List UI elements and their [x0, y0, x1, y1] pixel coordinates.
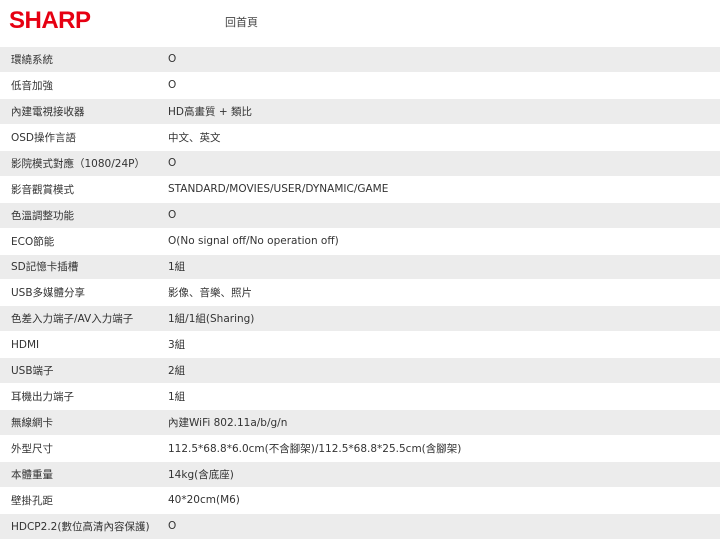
page-header: SHARP 回首頁 — [0, 0, 720, 46]
spec-label: HDMI — [11, 338, 40, 351]
spec-value: O — [168, 520, 177, 533]
spec-row: 本體重量 14kg(含底座) — [0, 461, 720, 487]
spec-value: 3組 — [168, 339, 186, 352]
spec-table: 環繞系統 O 低音加強 O 內建電視接收器 HD高畫質 + 類比 OSD操作言語… — [0, 46, 720, 539]
spec-label: 影音觀賞模式 — [11, 183, 74, 196]
spec-label: 環繞系統 — [11, 53, 53, 66]
spec-value: O — [168, 53, 177, 66]
spec-value: 1組 — [168, 391, 186, 404]
spec-value: O — [168, 209, 177, 222]
spec-value: 112.5*68.8*6.0cm(不含腳架)/112.5*68.8*25.5cm… — [168, 443, 462, 456]
spec-row: 環繞系統 O — [0, 46, 720, 72]
spec-label: ECO節能 — [11, 235, 55, 248]
spec-row: 影院模式對應（1080/24P） O — [0, 149, 720, 176]
spec-label: 外型尺寸 — [11, 443, 53, 456]
spec-row: 色溫調整功能 O — [0, 201, 720, 228]
spec-row: ECO節能 O(No signal off/No operation off) — [0, 227, 720, 254]
spec-row: 無線網卡 內建WiFi 802.11a/b/g/n — [0, 409, 720, 436]
spec-value: HD高畫質 + 類比 — [168, 105, 252, 118]
spec-label: 壁掛孔距 — [11, 494, 53, 507]
spec-label: USB端子 — [11, 365, 54, 378]
spec-value: 影像、音樂、照片 — [168, 287, 252, 300]
spec-value: 2組 — [168, 365, 186, 378]
spec-value: O — [168, 79, 177, 92]
spec-row: HDCP2.2(數位高清內容保護) O — [0, 512, 720, 539]
spec-row: 耳機出力端子 1組 — [0, 383, 720, 410]
spec-row: 色差入力端子/AV入力端子 1組/1組(Sharing) — [0, 305, 720, 332]
spec-label: OSD操作言語 — [11, 131, 77, 144]
spec-label: 色溫調整功能 — [11, 209, 74, 222]
spec-value: 1組/1組(Sharing) — [168, 313, 255, 326]
spec-row: USB端子 2組 — [0, 357, 720, 384]
spec-value: 14kg(含底座) — [168, 468, 234, 481]
spec-row: HDMI 3組 — [0, 331, 720, 358]
spec-label: 影院模式對應（1080/24P） — [11, 157, 145, 170]
spec-label: 無線網卡 — [11, 417, 53, 430]
spec-row: SD記憶卡插槽 1組 — [0, 253, 720, 280]
spec-value: O — [168, 157, 177, 170]
spec-row: 低音加強 O — [0, 71, 720, 98]
spec-label: 內建電視接收器 — [11, 105, 85, 118]
spec-label: 本體重量 — [11, 468, 53, 481]
spec-label: SD記憶卡插槽 — [11, 261, 79, 274]
spec-row: 內建電視接收器 HD高畫質 + 類比 — [0, 97, 720, 124]
spec-label: HDCP2.2(數位高清內容保護) — [11, 520, 150, 533]
spec-label: 低音加強 — [11, 79, 53, 92]
spec-value: O(No signal off/No operation off) — [168, 235, 339, 248]
spec-label: 耳機出力端子 — [11, 391, 74, 404]
spec-label: 色差入力端子/AV入力端子 — [11, 313, 134, 326]
spec-label: USB多媒體分享 — [11, 287, 86, 300]
spec-row: 壁掛孔距 40*20cm(M6) — [0, 486, 720, 513]
spec-value: STANDARD/MOVIES/USER/DYNAMIC/GAME — [168, 183, 389, 196]
home-link[interactable]: 回首頁 — [225, 17, 258, 28]
spec-value: 內建WiFi 802.11a/b/g/n — [168, 417, 288, 430]
spec-row: OSD操作言語 中文、英文 — [0, 123, 720, 150]
spec-row: 外型尺寸 112.5*68.8*6.0cm(不含腳架)/112.5*68.8*2… — [0, 435, 720, 461]
sharp-logo[interactable]: SHARP — [9, 9, 91, 33]
spec-value: 40*20cm(M6) — [168, 494, 240, 507]
spec-row: 影音觀賞模式 STANDARD/MOVIES/USER/DYNAMIC/GAME — [0, 175, 720, 202]
spec-row: USB多媒體分享 影像、音樂、照片 — [0, 279, 720, 306]
spec-value: 1組 — [168, 261, 186, 274]
spec-value: 中文、英文 — [168, 131, 221, 144]
